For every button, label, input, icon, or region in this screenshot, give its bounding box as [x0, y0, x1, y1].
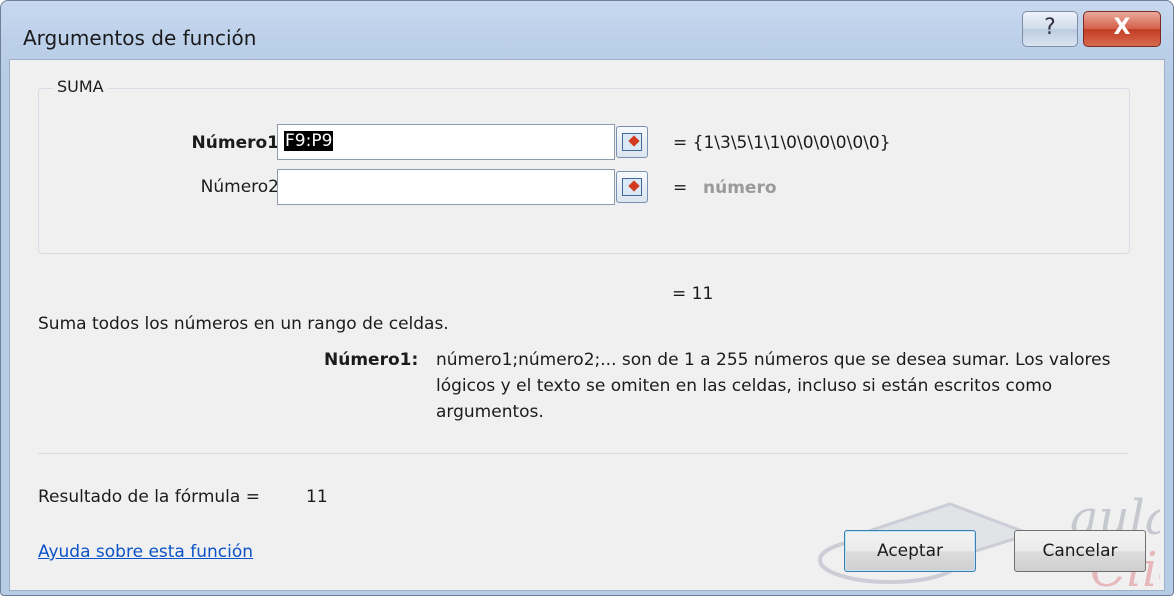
function-arguments-dialog: Argumentos de función ? X SUMA Número1 F… — [0, 0, 1174, 596]
close-button[interactable]: X — [1083, 11, 1161, 47]
formula-result-value: 11 — [306, 487, 328, 507]
numero1-value: F9:P9 — [284, 131, 334, 151]
function-group-box: SUMA Número1 F9:P9 = {1\3\5\1\1\0\0\0\0\… — [38, 77, 1130, 254]
ok-button[interactable]: Aceptar — [844, 530, 976, 572]
help-button[interactable]: ? — [1022, 11, 1078, 47]
arg-help-label: Número1: — [324, 350, 419, 370]
function-name: SUMA — [53, 77, 108, 96]
dialog-body: SUMA Número1 F9:P9 = {1\3\5\1\1\0\0\0\0\… — [9, 59, 1165, 591]
formula-result-label: Resultado de la fórmula = — [38, 487, 260, 507]
arg-help-text: número1;número2;... son de 1 a 255 númer… — [436, 350, 1111, 422]
arg-label-numero2: Número2 — [200, 177, 279, 197]
numero2-collapse-button[interactable] — [616, 171, 648, 203]
numero1-input[interactable]: F9:P9 — [277, 124, 648, 160]
range-select-icon — [622, 178, 642, 196]
formula-result-preview: = 11 — [672, 284, 714, 304]
cancel-button[interactable]: Cancelar — [1014, 530, 1146, 572]
function-help-link[interactable]: Ayuda sobre esta función — [38, 542, 253, 562]
arg-label-numero1: Número1 — [191, 133, 279, 153]
dialog-title: Argumentos de función — [23, 26, 257, 50]
numero2-input[interactable] — [277, 169, 648, 205]
numero2-result-equals: = — [673, 178, 688, 198]
numero1-result: = {1\3\5\1\1\0\0\0\0\0\0} — [673, 133, 891, 153]
numero1-collapse-button[interactable] — [616, 126, 648, 158]
function-description: Suma todos los números en un rango de ce… — [38, 314, 449, 334]
range-select-icon — [622, 133, 642, 151]
numero2-result: número — [703, 178, 777, 198]
separator — [38, 453, 1128, 454]
